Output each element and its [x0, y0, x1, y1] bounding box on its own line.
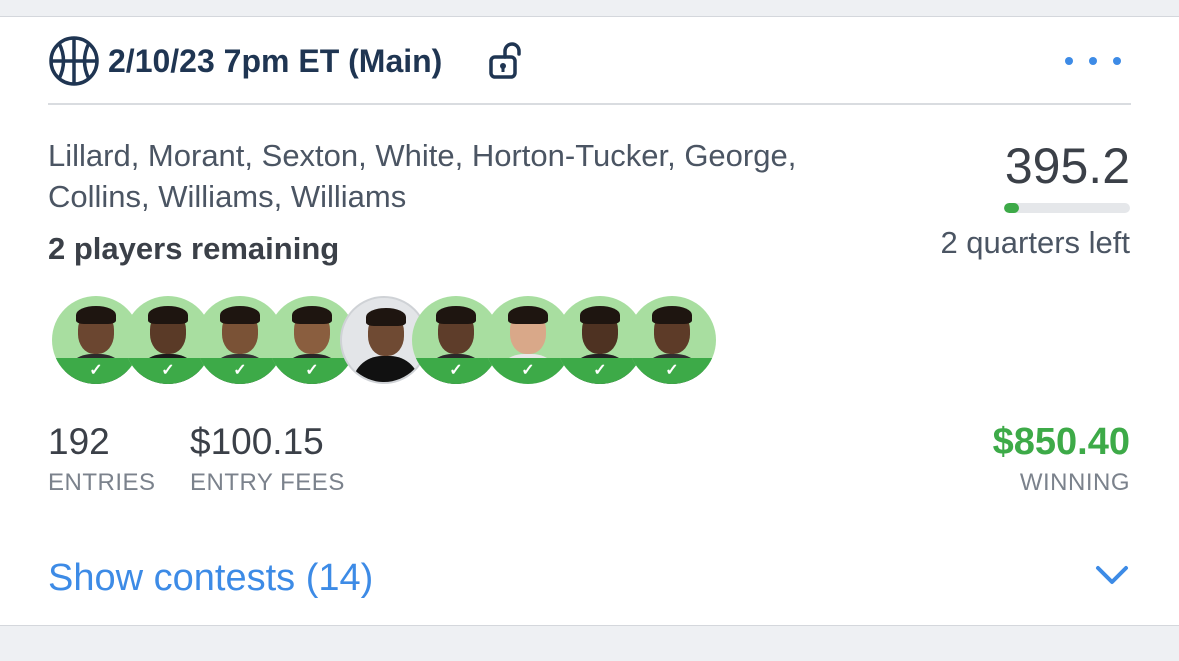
avatar-hair	[220, 306, 260, 324]
entry-fees-value: $100.15	[190, 421, 324, 462]
avatar-hair	[436, 306, 476, 324]
basketball-icon	[49, 36, 99, 86]
avatar-body	[352, 356, 420, 382]
time-left: 2 quarters left	[940, 225, 1130, 260]
dot	[1113, 57, 1121, 65]
check-icon: ✓	[665, 362, 679, 379]
player-avatar[interactable]: ✓	[628, 296, 716, 384]
lineup-score: 395.2	[1004, 138, 1130, 194]
lineup-card: 2/10/23 7pm ET (Main) Lillard, Morant, S…	[0, 16, 1179, 626]
show-contests-link[interactable]: Show contests (14)	[48, 557, 373, 600]
dot	[1089, 57, 1097, 65]
dot	[1065, 57, 1073, 65]
more-options-button[interactable]	[1065, 53, 1121, 69]
game-progress-fill	[1004, 203, 1020, 213]
lineup-players: Lillard, Morant, Sexton, White, Horton-T…	[48, 138, 797, 214]
avatar-hair	[580, 306, 620, 324]
avatar-hair	[652, 306, 692, 324]
card-header: 2/10/23 7pm ET (Main)	[48, 35, 1131, 87]
unlock-icon	[489, 42, 521, 79]
winning-value: $850.40	[992, 421, 1130, 463]
entry-fees-stat: $100.15 ENTRY FEES	[190, 421, 345, 497]
slate-title: 2/10/23 7pm ET (Main)	[108, 43, 443, 79]
entries-stat: 192 ENTRIES	[48, 421, 156, 497]
avatar-hair	[292, 306, 332, 324]
avatar-hair	[76, 306, 116, 324]
entries-value: 192	[48, 421, 110, 462]
winning-label: WINNING	[1019, 469, 1130, 496]
avatar-hair	[508, 306, 548, 324]
avatar-hair	[366, 308, 406, 326]
chevron-down-icon[interactable]	[1094, 563, 1130, 587]
avatar-hair	[148, 306, 188, 324]
entry-fees-label: ENTRY FEES	[190, 469, 345, 496]
players-remaining: 2 players remaining	[48, 231, 340, 266]
winning-stat: $850.40 WINNING	[993, 421, 1130, 497]
entries-label: ENTRIES	[48, 469, 156, 496]
check-icon: ✓	[305, 362, 319, 379]
header-divider	[48, 103, 1131, 105]
game-progress-bar	[1004, 203, 1130, 213]
